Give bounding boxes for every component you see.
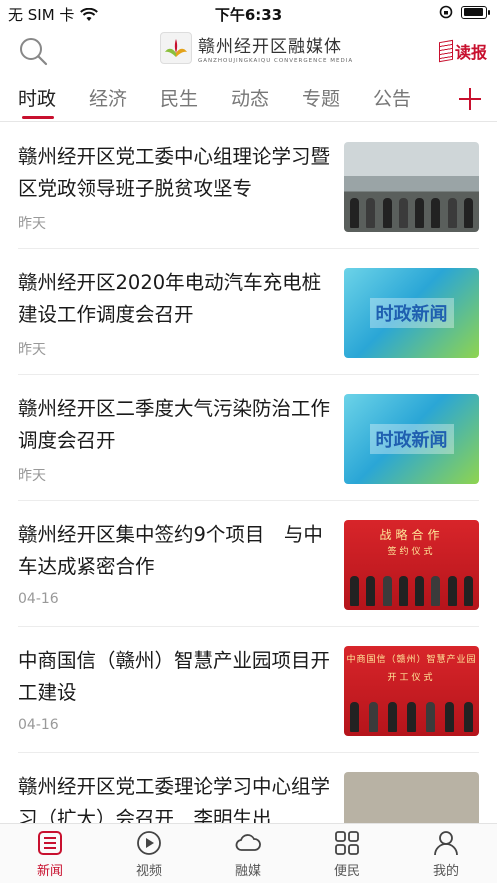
thumbnail-sublabel: 签约仪式 xyxy=(387,547,436,557)
article-title: 赣州经开区党工委中心组理论学习暨区党政领导班子脱贫攻坚专 xyxy=(18,145,330,200)
tab-economy[interactable]: 经济 xyxy=(89,84,127,111)
tabbar-services-label: 便民 xyxy=(333,864,360,879)
article-title: 赣州经开区党工委理论学习中心组学习（扩大）会召开 李明生出 xyxy=(18,775,330,823)
tab-politics[interactable]: 时政 xyxy=(18,84,56,111)
article-title: 赣州经开区2020年电动汽车充电桩建设工作调度会召开 xyxy=(18,271,322,326)
thumbnail-sublabel: 开工仪式 xyxy=(387,673,436,683)
tab-updates[interactable]: 动态 xyxy=(231,84,269,111)
tabbar-media[interactable]: 融媒 xyxy=(213,830,283,880)
tabbar-profile-label: 我的 xyxy=(432,864,459,879)
cloud-icon xyxy=(235,834,261,851)
status-right xyxy=(439,5,490,19)
tabbar-news-label: 新闻 xyxy=(36,864,63,879)
category-tabs: 时政 经济 民生 动态 专题 公告 xyxy=(0,78,497,122)
logo-subtitle: GANZHOUJINGKAIQU CONVERGENCE MEDIA xyxy=(198,58,354,64)
battery-icon xyxy=(461,5,490,19)
clock: 下午6:33 xyxy=(214,6,283,24)
list-icon xyxy=(38,831,62,855)
list-item[interactable]: 赣州经开区集中签约9个项目 与中车达成紧密合作 04-16 战略合作 签约仪式 xyxy=(0,501,497,627)
status-bar: 无 SIM 卡 下午6:33 xyxy=(0,0,497,26)
tabbar-video[interactable]: 视频 xyxy=(114,830,184,880)
logo-mark-icon xyxy=(160,32,192,64)
article-date: 昨天 xyxy=(18,342,46,358)
thumbnail-people xyxy=(350,566,473,606)
tab-topics[interactable]: 专题 xyxy=(302,84,340,111)
article-date: 04-16 xyxy=(18,591,59,607)
article-thumbnail: 战略合作 签约仪式 xyxy=(344,520,479,610)
read-newspaper-button[interactable]: 读报 xyxy=(438,38,487,64)
article-thumbnail: 时政新闻 xyxy=(344,394,479,484)
thumbnail-label: 时政新闻 xyxy=(369,298,454,328)
list-item[interactable]: 赣州经开区二季度大气污染防治工作调度会召开 昨天 时政新闻 xyxy=(0,375,497,501)
play-icon xyxy=(137,831,161,855)
article-date: 昨天 xyxy=(18,216,46,232)
thumbnail-label: 战略合作 xyxy=(379,528,444,542)
article-title: 赣州经开区集中签约9个项目 与中车达成紧密合作 xyxy=(18,523,323,578)
tabbar-video-label: 视频 xyxy=(135,864,162,879)
list-item[interactable]: 中商国信（赣州）智慧产业园项目开工建设 04-16 中商国信（赣州）智慧产业园 … xyxy=(0,627,497,753)
add-category-icon[interactable] xyxy=(457,86,483,112)
tabbar-services[interactable]: 便民 xyxy=(312,830,382,880)
thumbnail-label: 中商国信（赣州）智慧产业园 xyxy=(346,655,477,665)
article-list: 赣州经开区党工委中心组理论学习暨区党政领导班子脱贫攻坚专 昨天 赣州经开区202… xyxy=(0,123,497,823)
tab-notices[interactable]: 公告 xyxy=(373,84,411,111)
thumbnail-people xyxy=(350,692,473,732)
read-newspaper-label: 读报 xyxy=(454,43,487,62)
article-thumbnail xyxy=(344,772,479,823)
grid-icon xyxy=(335,831,359,855)
app-logo: 赣州经开区融媒体 GANZHOUJINGKAIQU CONVERGENCE ME… xyxy=(160,32,353,64)
list-item[interactable]: 赣州经开区2020年电动汽车充电桩建设工作调度会召开 昨天 时政新闻 xyxy=(0,249,497,375)
app-header: 赣州经开区融媒体 GANZHOUJINGKAIQU CONVERGENCE ME… xyxy=(0,26,497,74)
logo-text: 赣州经开区融媒体 GANZHOUJINGKAIQU CONVERGENCE ME… xyxy=(198,32,353,64)
list-item[interactable]: 赣州经开区党工委中心组理论学习暨区党政领导班子脱贫攻坚专 昨天 xyxy=(0,123,497,249)
article-date: 04-16 xyxy=(18,717,59,733)
article-thumbnail: 时政新闻 xyxy=(344,268,479,358)
article-thumbnail: 中商国信（赣州）智慧产业园 开工仪式 xyxy=(344,646,479,736)
tabbar-profile[interactable]: 我的 xyxy=(411,830,481,880)
article-thumbnail xyxy=(344,142,479,232)
article-date: 昨天 xyxy=(18,468,46,484)
article-title: 中商国信（赣州）智慧产业园项目开工建设 xyxy=(18,649,330,704)
user-icon xyxy=(434,831,458,856)
search-icon[interactable] xyxy=(18,36,48,66)
tab-livelihood[interactable]: 民生 xyxy=(160,84,198,111)
active-tab-indicator xyxy=(22,116,54,119)
tabbar-news[interactable]: 新闻 xyxy=(15,830,85,880)
thumbnail-label: 时政新闻 xyxy=(369,424,454,454)
battery-level xyxy=(463,8,484,16)
newspaper-icon xyxy=(438,39,453,63)
logo-title: 赣州经开区融媒体 xyxy=(198,37,342,57)
thumbnail-people xyxy=(350,188,473,228)
bottom-tab-bar: 新闻 视频 融媒 便民 我的 xyxy=(0,823,497,883)
list-item[interactable]: 赣州经开区党工委理论学习中心组学习（扩大）会召开 李明生出 xyxy=(0,753,497,823)
orientation-lock-icon xyxy=(439,5,453,19)
tabbar-media-label: 融媒 xyxy=(234,864,261,879)
article-title: 赣州经开区二季度大气污染防治工作调度会召开 xyxy=(18,397,330,452)
